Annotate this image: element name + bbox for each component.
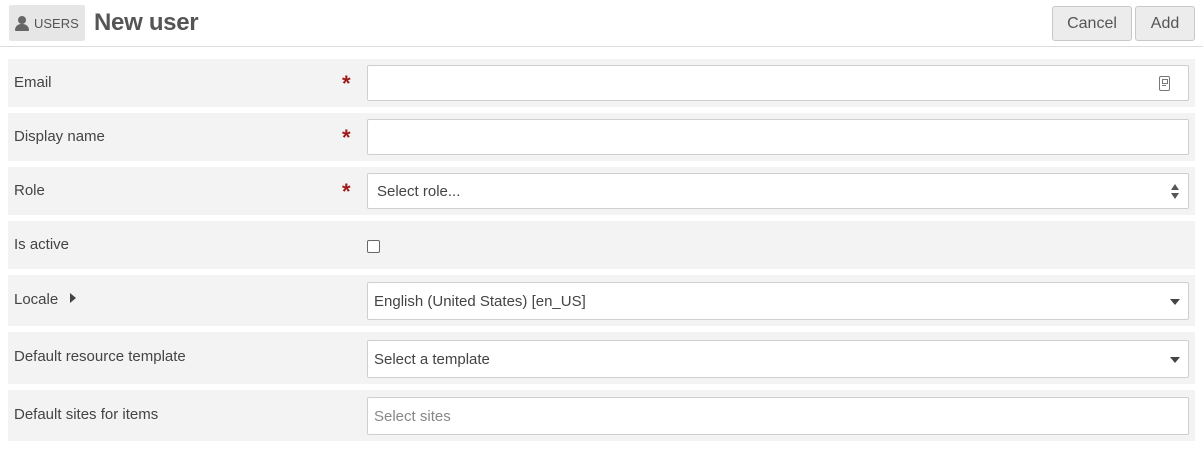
locale-label-wrapper[interactable]: Locale <box>14 291 77 308</box>
display-name-row: Display name * <box>8 113 1195 161</box>
users-breadcrumb[interactable]: USERS <box>9 5 85 41</box>
resource-template-select[interactable]: Select a template <box>367 340 1189 378</box>
add-button[interactable]: Add <box>1135 6 1195 41</box>
default-resource-template-row: Default resource template Select a templ… <box>8 332 1195 384</box>
default-sites-placeholder: Select sites <box>374 407 451 425</box>
default-resource-template-label: Default resource template <box>14 348 186 365</box>
required-marker: * <box>342 71 351 96</box>
page-title: New user <box>94 9 199 36</box>
cancel-button[interactable]: Cancel <box>1052 6 1132 41</box>
chevron-down-icon <box>1170 357 1180 363</box>
users-breadcrumb-label: USERS <box>34 15 79 31</box>
required-marker: * <box>342 125 351 150</box>
is-active-label: Is active <box>14 236 70 253</box>
default-sites-input[interactable]: Select sites <box>367 397 1189 435</box>
required-marker: * <box>342 179 351 204</box>
locale-select[interactable]: English (United States) [en_US] <box>367 282 1189 320</box>
select-updown-icon <box>1171 183 1179 201</box>
email-row: Email * <box>8 59 1195 107</box>
default-sites-label: Default sites for items <box>14 406 159 423</box>
role-row: Role * Select role... <box>8 167 1195 215</box>
page-header: USERS New user Cancel Add <box>0 0 1203 47</box>
display-name-label: Display name <box>14 128 105 145</box>
display-name-field[interactable] <box>367 119 1189 155</box>
email-label: Email <box>14 74 52 91</box>
contact-card-icon[interactable] <box>1159 76 1170 91</box>
email-field[interactable] <box>367 65 1189 101</box>
role-label: Role <box>14 182 45 199</box>
user-icon <box>15 16 29 31</box>
chevron-down-icon <box>1170 299 1180 305</box>
resource-template-selected-value: Select a template <box>374 350 490 368</box>
locale-label: Locale <box>14 291 59 308</box>
is-active-row: Is active <box>8 221 1195 269</box>
locale-row: Locale English (United States) [en_US] <box>8 275 1195 326</box>
default-sites-row: Default sites for items Select sites <box>8 390 1195 441</box>
role-select[interactable]: Select role... <box>367 173 1189 209</box>
chevron-right-icon[interactable] <box>70 293 77 304</box>
locale-selected-value: English (United States) [en_US] <box>374 292 586 310</box>
is-active-checkbox[interactable] <box>367 240 380 253</box>
role-selected-value: Select role... <box>377 182 461 200</box>
